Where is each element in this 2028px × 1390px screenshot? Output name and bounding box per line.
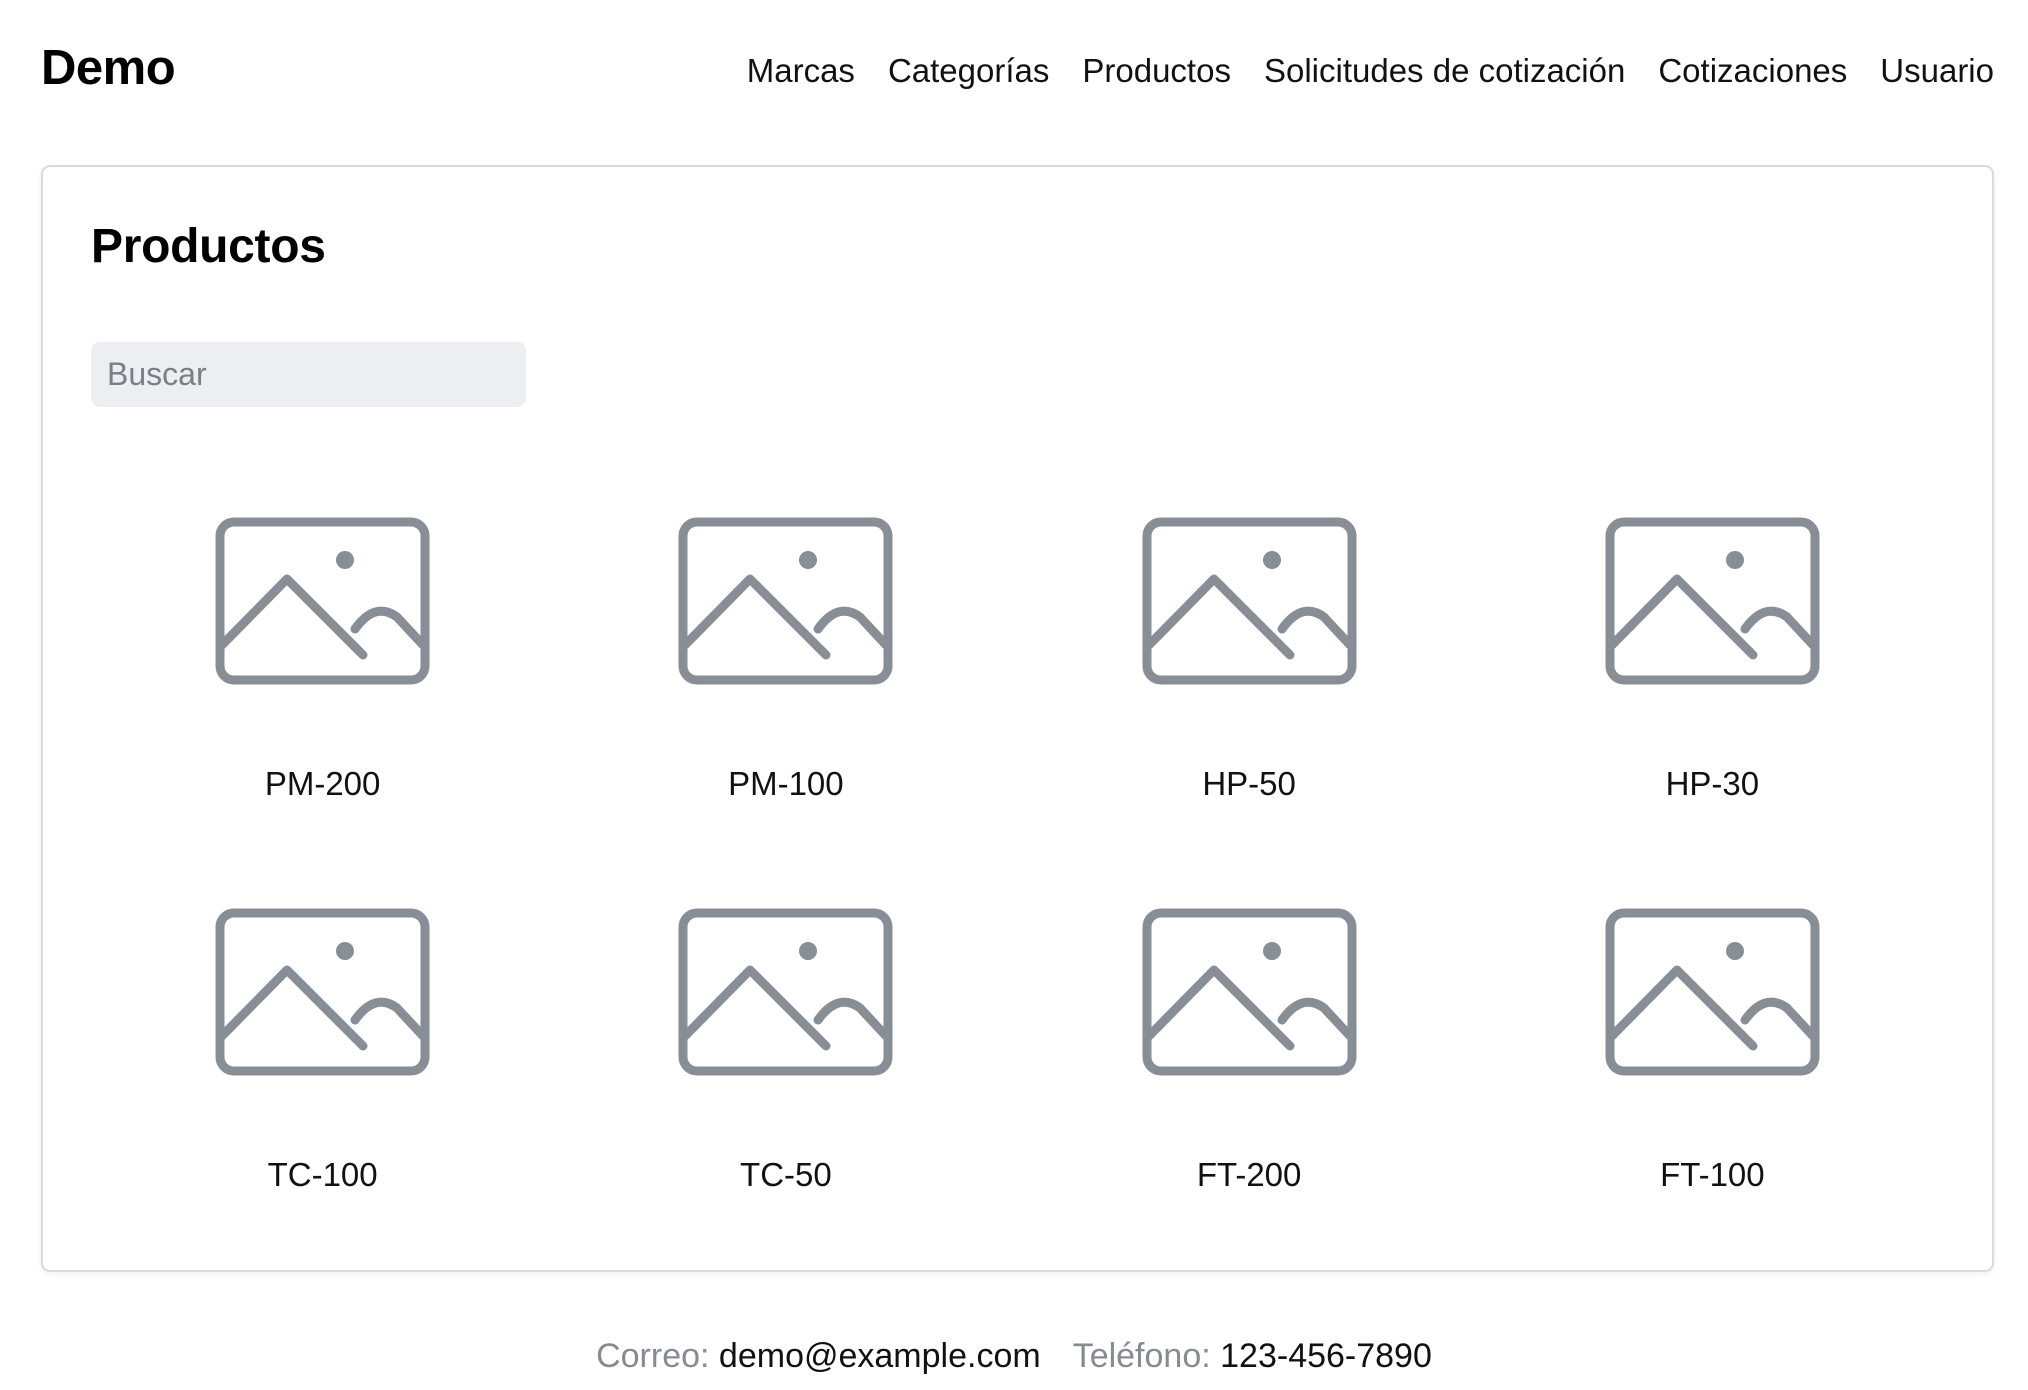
product-name: HP-30 [1665,765,1760,802]
image-placeholder-icon [1142,517,1357,685]
image-placeholder-icon [678,517,893,685]
product-grid: PM-200 PM-100 HP-50 HP-30 TC-100 TC-50 F… [43,517,1992,1194]
product-card[interactable]: HP-30 [1481,517,1944,803]
product-name: HP-50 [1202,765,1296,802]
product-card[interactable]: PM-100 [554,517,1017,803]
brand-logo[interactable]: Demo [41,40,176,96]
product-name: PM-100 [728,765,844,802]
email-value[interactable]: demo@example.com [719,1337,1041,1375]
product-card[interactable]: FT-100 [1481,908,1944,1194]
phone-label: Teléfono: [1072,1337,1211,1375]
contact-footer: Correo: demo@example.com Teléfono: 123-45… [0,1337,2028,1376]
image-placeholder-icon [1142,908,1357,1076]
main-nav: Marcas Categorías Productos Solicitudes … [747,52,1994,90]
nav-link-usuario[interactable]: Usuario [1880,52,1994,90]
product-name: FT-100 [1660,1156,1765,1193]
product-name: TC-100 [267,1156,378,1193]
product-name: FT-200 [1196,1156,1302,1193]
image-placeholder-icon [215,908,430,1076]
nav-link-marcas[interactable]: Marcas [747,52,855,90]
product-card[interactable]: TC-50 [554,908,1017,1194]
top-header: Demo Marcas Categorías Productos Solicit… [0,0,2028,150]
product-card[interactable]: PM-200 [91,517,554,803]
product-name: PM-200 [264,765,381,802]
product-name: TC-50 [740,1156,832,1193]
search-input[interactable] [91,342,526,407]
product-card[interactable]: TC-100 [91,908,554,1194]
email-label: Correo: [596,1337,710,1375]
image-placeholder-icon [1605,517,1820,685]
products-card: Productos PM-200 PM-100 HP-50 HP-30 TC-1… [41,165,1994,1272]
nav-link-productos[interactable]: Productos [1082,52,1231,90]
image-placeholder-icon [1605,908,1820,1076]
image-placeholder-icon [678,908,893,1076]
nav-link-categorias[interactable]: Categorías [888,52,1049,90]
product-card[interactable]: HP-50 [1018,517,1481,803]
product-card[interactable]: FT-200 [1018,908,1481,1194]
image-placeholder-icon [215,517,430,685]
phone-value[interactable]: 123-456-7890 [1220,1337,1432,1375]
page-title: Productos [91,220,326,273]
nav-link-solicitudes-de-cotizacion[interactable]: Solicitudes de cotización [1264,52,1625,90]
nav-link-cotizaciones[interactable]: Cotizaciones [1658,52,1847,90]
